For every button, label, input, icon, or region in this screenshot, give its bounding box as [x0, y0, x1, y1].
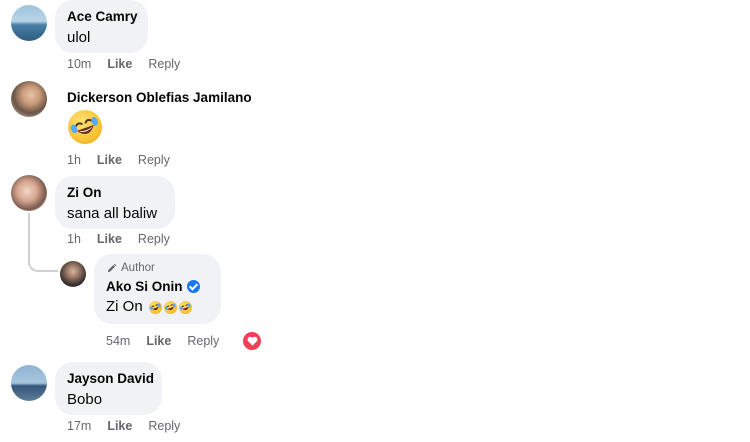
commenter-name[interactable]: Zi On	[67, 184, 163, 201]
comment-text: ulol	[67, 29, 91, 46]
avatar[interactable]	[11, 81, 47, 117]
comment-actions: 1h Like Reply	[67, 232, 170, 246]
reply-button[interactable]: Reply	[187, 334, 219, 348]
comment-text: sana all baliw	[67, 205, 158, 222]
laughing-emoji-icon	[68, 110, 102, 144]
commenter-name[interactable]: Jayson David	[67, 370, 154, 387]
like-button[interactable]: Like	[107, 419, 132, 433]
reply-button[interactable]: Reply	[148, 419, 180, 433]
comment-actions: 54m Like Reply	[106, 334, 219, 348]
laughing-emoji-icon	[148, 300, 162, 314]
like-button[interactable]: Like	[97, 153, 122, 167]
heart-reaction-icon[interactable]	[243, 332, 261, 350]
reply-button[interactable]: Reply	[138, 232, 170, 246]
comment-text: Bobo	[67, 391, 103, 408]
thread-connector	[28, 252, 58, 272]
mention-text[interactable]: Zi On	[106, 297, 143, 317]
comment-timestamp[interactable]: 1h	[67, 232, 81, 246]
commenter-name[interactable]: Ako Si Onin	[106, 279, 183, 294]
like-button[interactable]: Like	[107, 57, 132, 71]
reply-text: Zi On	[106, 297, 209, 317]
comment-timestamp[interactable]: 1h	[67, 153, 81, 167]
reply-bubble: Author Ako Si Onin Zi On	[94, 254, 221, 324]
comment-timestamp[interactable]: 10m	[67, 57, 91, 71]
pencil-icon	[107, 263, 117, 272]
heart-icon	[247, 336, 257, 346]
comment-timestamp[interactable]: 54m	[106, 334, 130, 348]
comment-actions: 1h Like Reply	[67, 153, 170, 167]
comment-bubble: Ace Camry ulol	[55, 0, 148, 53]
reply-button[interactable]: Reply	[138, 153, 170, 167]
author-badge: Author	[106, 261, 209, 275]
reply-button[interactable]: Reply	[148, 57, 180, 71]
comment-timestamp[interactable]: 17m	[67, 419, 91, 433]
laughing-emoji-icon	[178, 300, 192, 314]
comment-actions: 17m Like Reply	[67, 419, 180, 433]
thread-connector	[28, 213, 30, 253]
verified-badge-icon	[186, 280, 200, 293]
comment-bubble: Jayson David Bobo	[55, 362, 162, 415]
reply-author-name: Ako Si Onin	[106, 278, 209, 295]
comment-bubble: Zi On sana all baliw	[55, 176, 175, 229]
avatar[interactable]	[11, 365, 47, 401]
avatar[interactable]	[11, 175, 47, 211]
like-button[interactable]: Like	[146, 334, 171, 348]
avatar[interactable]	[60, 261, 86, 287]
author-badge-label: Author	[121, 262, 155, 274]
avatar[interactable]	[11, 5, 47, 41]
commenter-name[interactable]: Ace Camry	[67, 8, 138, 25]
commenter-name[interactable]: Dickerson Oblefias Jamilano	[67, 89, 252, 106]
laughing-emoji-icon	[163, 300, 177, 314]
comment-actions: 10m Like Reply	[67, 57, 180, 71]
like-button[interactable]: Like	[97, 232, 122, 246]
